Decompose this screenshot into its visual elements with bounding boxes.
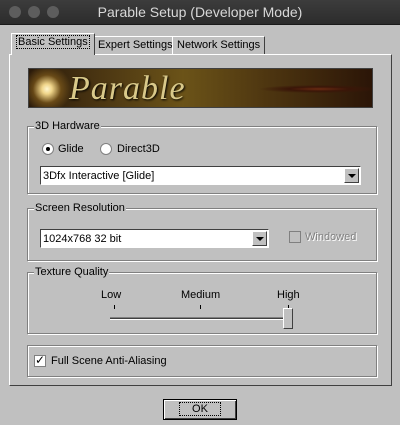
chevron-down-icon[interactable] xyxy=(344,168,359,183)
radio-glide[interactable] xyxy=(42,143,54,155)
checkmark-icon: ✓ xyxy=(35,353,46,367)
windowed-label: Windowed xyxy=(305,231,357,243)
hardware-device-select[interactable]: 3Dfx Interactive [Glide] xyxy=(40,166,361,185)
radio-direct3d[interactable] xyxy=(100,143,112,155)
ok-button[interactable]: OK xyxy=(163,399,237,420)
tab-label: Network Settings xyxy=(177,39,261,51)
radio-glide-label: Glide xyxy=(58,143,84,155)
ok-button-label: OK xyxy=(179,402,221,416)
tab-label: Basic Settings xyxy=(16,35,90,49)
texture-level-low: Low xyxy=(101,289,122,301)
texture-level-high: High xyxy=(277,289,300,301)
texture-quality-slider-thumb[interactable] xyxy=(283,308,293,329)
title-bar: Parable Setup (Developer Mode) xyxy=(0,0,400,25)
slider-tick xyxy=(200,305,201,309)
group-label-texture-quality: Texture Quality xyxy=(34,266,110,278)
windowed-checkbox[interactable] xyxy=(289,231,301,243)
texture-level-medium: Medium xyxy=(181,289,221,301)
tab-label: Expert Settings xyxy=(98,39,173,51)
resolution-value: 1024x768 32 bit xyxy=(43,233,122,245)
tab-network-settings[interactable]: Network Settings xyxy=(172,36,266,54)
tab-basic-settings[interactable]: Basic Settings xyxy=(11,33,95,55)
banner-logo-text: Parable xyxy=(69,70,186,107)
antialias-label: Full Scene Anti-Aliasing xyxy=(51,355,167,367)
antialias-checkbox[interactable]: ✓ xyxy=(34,353,46,367)
radio-direct3d-label: Direct3D xyxy=(117,143,160,155)
window-title: Parable Setup (Developer Mode) xyxy=(97,4,303,20)
texture-quality-slider-track[interactable] xyxy=(110,317,290,320)
chevron-down-icon[interactable] xyxy=(252,231,267,246)
group-label-screen-resolution: Screen Resolution xyxy=(34,202,126,214)
hardware-device-value: 3Dfx Interactive [Glide] xyxy=(43,170,155,182)
parable-banner-image: Parable xyxy=(28,68,373,108)
group-label-3d-hardware: 3D Hardware xyxy=(34,120,101,132)
resolution-select[interactable]: 1024x768 32 bit xyxy=(40,229,269,248)
slider-tick xyxy=(114,305,115,309)
tab-expert-settings[interactable]: Expert Settings xyxy=(93,36,178,54)
group-texture-quality: Texture Quality xyxy=(27,266,377,334)
